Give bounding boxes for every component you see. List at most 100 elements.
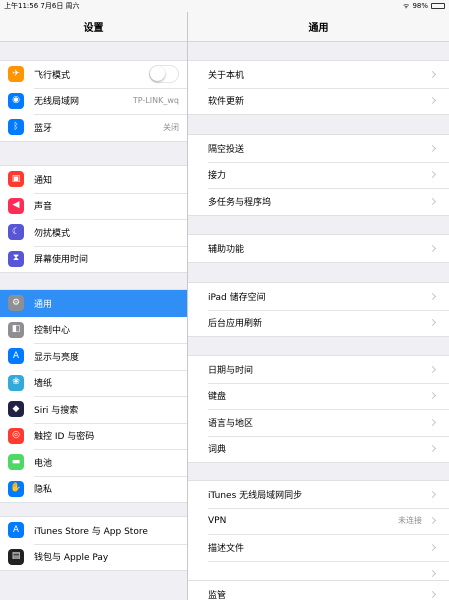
status-bar: 上午11:56 7月6日 周六 ᯤ 98% [0,0,449,12]
row-label: 监管 [208,590,227,600]
row-label: 辅助功能 [208,244,245,255]
sidebar-item-hand[interactable]: ✋ 隐私 [0,475,187,503]
control-center-icon: ◧ [8,321,24,338]
row-label: iTunes 无线局域网同步 [208,490,303,501]
row-label: 词典 [208,445,227,456]
chevron-right-icon [428,590,437,598]
airplane-icon: ✈ [8,66,24,83]
sidebar-item-label: 通知 [34,175,53,186]
sidebar-item-wallpaper[interactable]: ❀ 墙纸 [0,369,187,397]
hourglass-icon: ⧗ [8,250,24,267]
sidebar-item-sound[interactable]: ◀ 声音 [0,192,187,220]
sidebar-item-bluetooth[interactable]: ᛒ 蓝牙 关闭 [0,114,187,141]
general-row-item-3-1[interactable]: 后台应用刷新 [188,309,449,337]
wifi-signal-icon: ᯤ [403,1,410,10]
general-row-item-4-2[interactable]: 语言与地区 [188,409,449,436]
detail-title: 通用 [308,23,329,34]
general-row-item-2-0[interactable]: 辅助功能 [188,235,449,262]
sidebar-item-label: 蓝牙 [34,123,53,134]
general-row-item-1-0[interactable]: 隔空投送 [188,135,449,162]
settings-group-4: AiTunes Store 与 App Store ▤ 钱包与 Apple Pay [0,516,187,571]
sidebar-item-value: 关闭 [163,122,179,132]
row-label: 键盘 [208,392,227,403]
sidebar-item-wifi[interactable]: ◉ 无线局域网 TP-LINK_wq [0,87,187,115]
chevron-right-icon [428,418,437,426]
chevron-right-icon [428,197,437,205]
general-group-2: 隔空投送接力多任务与程序坞 [188,134,449,216]
sidebar-item-battery[interactable]: ▬ 电池 [0,449,187,476]
chevron-right-icon [428,70,437,78]
sidebar-item-label: 通用 [34,299,53,310]
general-row-item-0-1[interactable]: 软件更新 [188,87,449,115]
general-row-item-1-2[interactable]: 多任务与程序坞 [188,188,449,215]
general-row-vpn[interactable]: VPN 未连接 [188,507,449,535]
battery-percent: 98% [412,2,428,10]
moon-icon: ☾ [8,224,24,241]
sidebar-item-hourglass[interactable]: ⧗ 屏幕使用时间 [0,245,187,273]
row-label: 关于本机 [208,70,245,81]
chevron-right-icon [428,392,437,400]
general-group-1: 关于本机 软件更新 [188,60,449,115]
general-group-4: iPad 储存空间 后台应用刷新 [188,282,449,337]
chevron-right-icon [428,171,437,179]
general-row-ipad[interactable]: iPad 储存空间 [188,283,449,310]
general-row-item-4-0[interactable]: 日期与时间 [188,356,449,383]
siri-icon: ◆ [8,401,24,418]
sidebar-item-label: 声音 [34,202,53,213]
notification-icon: ▣ [8,171,24,188]
sidebar-item-value: TP-LINK_wq [132,96,179,106]
row-label: 软件更新 [208,97,245,108]
settings-group-3: ⚙ 通用 ◧ 控制中心 A 显示与亮度 ❀ 墙纸 ◆ Siri 与搜索 ◎ 触控 ID 与密码 ▬ 电池 ✋… [0,289,187,503]
chevron-right-icon [428,517,437,525]
sidebar-item-siri[interactable]: ◆ Siri 与搜索 [0,396,187,423]
sidebar-item-gear[interactable]: ⚙ 通用 [0,290,187,317]
sidebar-item-control-center[interactable]: ◧ 控制中心 [0,317,187,344]
sidebar-item-airplane[interactable]: ✈ 飞行模式 [0,61,187,88]
sidebar-item-display[interactable]: A 显示与亮度 [0,343,187,370]
general-group-7: 监管 [188,580,449,600]
general-settings-list: 关于本机软件更新隔空投送接力多任务与程序坞 辅助功能 iPad 储存空间 后台应用刷新… [188,42,449,600]
general-row-item-4-1[interactable]: 键盘 [188,382,449,410]
chevron-right-icon [428,570,437,578]
airplane-mode-toggle[interactable] [149,65,179,84]
sidebar-item-wallet[interactable]: ▤ 钱包与 Apple Pay [0,543,187,571]
sidebar-item-label: iTunes Store 与 App Store [34,526,148,537]
chevron-right-icon [428,97,437,105]
sound-icon: ◀ [8,197,24,214]
general-row-item-1-1[interactable]: 接力 [188,161,449,189]
sidebar-item-label: 钱包与 Apple Pay [34,553,109,564]
sidebar-item-fingerprint[interactable]: ◎ 触控 ID 与密码 [0,422,187,450]
row-label: 后台应用刷新 [208,319,263,330]
battery-icon: ▬ [8,454,24,471]
status-right: ᯤ 98% [403,2,445,11]
sidebar-item-moon[interactable]: ☾ 勿扰模式 [0,219,187,246]
chevron-right-icon [428,292,437,300]
master-title: 设置 [83,23,104,34]
battery-icon [431,3,445,9]
row-label: iPad 储存空间 [208,292,266,303]
sidebar-item-label: 显示与亮度 [34,352,80,363]
row-label: 隔空投送 [208,144,245,155]
sidebar-item-label: 隐私 [34,485,53,496]
sidebar-item-appstore[interactable]: AiTunes Store 与 App Store [0,517,187,544]
general-row-item-6-0[interactable]: 监管 [188,581,449,600]
wallpaper-icon: ❀ [8,374,24,391]
settings-group-2: ▣ 通知 ◀ 声音 ☾ 勿扰模式 ⧗ 屏幕使用时间 [0,165,187,273]
sidebar-item-label: 电池 [34,458,53,469]
general-group-6: iTunes 无线局域网同步 VPN 未连接 描述文件 [188,480,449,588]
sidebar-item-label: 飞行模式 [34,70,71,81]
general-row-item-0-0[interactable]: 关于本机 [188,61,449,88]
general-row-item-5-2[interactable]: 描述文件 [188,534,449,561]
wallet-icon: ▤ [8,548,24,565]
chevron-right-icon [428,445,437,453]
row-label: 语言与地区 [208,418,254,429]
sidebar-item-notification[interactable]: ▣ 通知 [0,166,187,193]
general-row-item-4-3[interactable]: 词典 [188,435,449,463]
row-label: VPN [208,515,227,526]
row-label: 多任务与程序坞 [208,197,272,208]
master-nav-bar: 设置 [0,12,187,42]
general-row-itunes[interactable]: iTunes 无线局域网同步 [188,481,449,508]
sidebar-item-label: 墙纸 [34,379,53,390]
chevron-right-icon [428,244,437,252]
gear-icon: ⚙ [8,295,24,312]
